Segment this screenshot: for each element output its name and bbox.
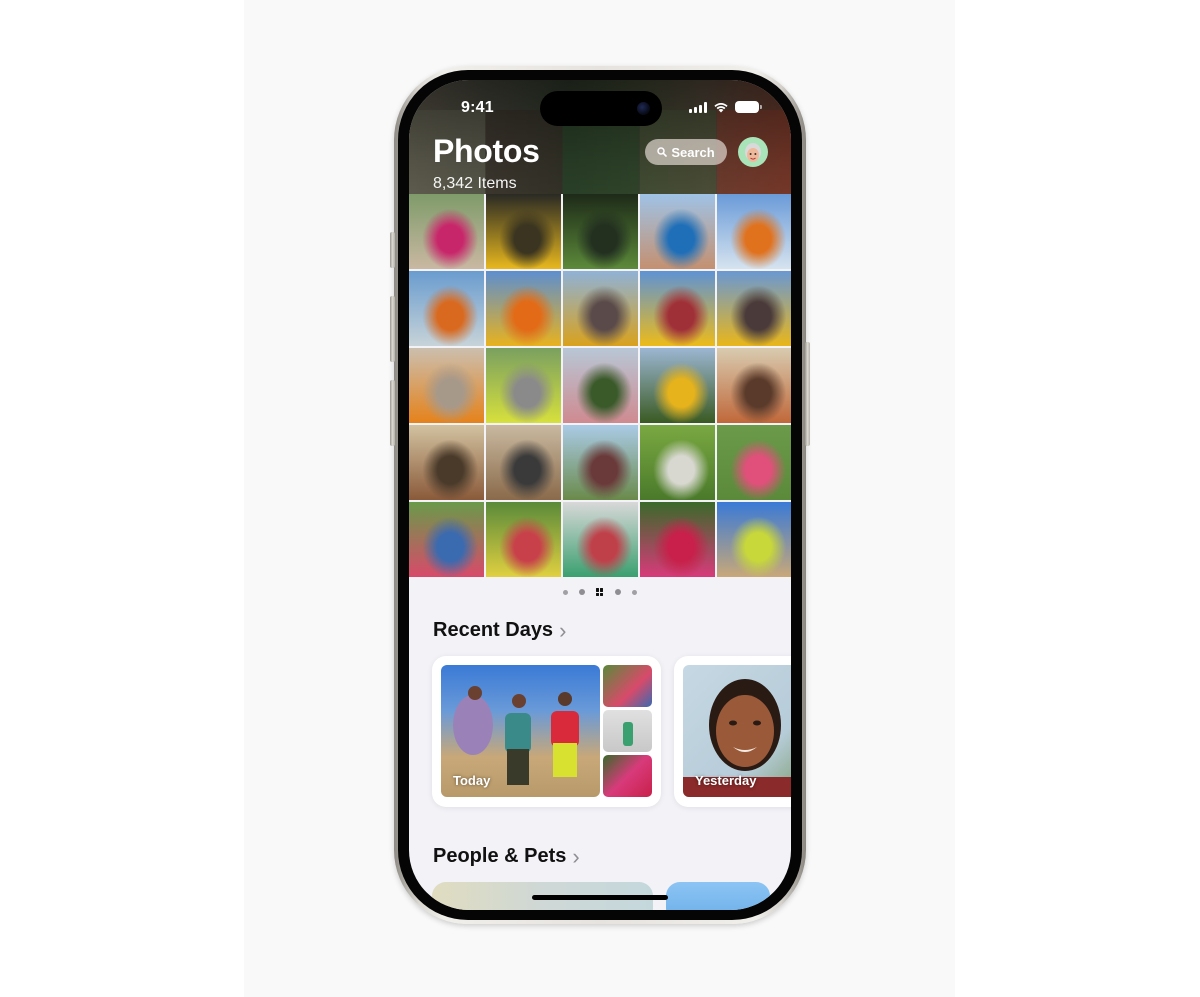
- day-card-main-photo: Yesterday: [683, 665, 791, 797]
- photo-thumbnail[interactable]: [409, 271, 484, 346]
- avatar[interactable]: [738, 137, 768, 167]
- photo-thumbnail[interactable]: [563, 348, 638, 423]
- home-indicator[interactable]: [532, 895, 668, 900]
- photo-thumbnail[interactable]: [563, 271, 638, 346]
- dynamic-island: [540, 91, 662, 126]
- search-button[interactable]: Search: [645, 139, 727, 165]
- front-camera-icon: [637, 102, 650, 115]
- photo-thumbnail[interactable]: [717, 194, 791, 269]
- photo-thumbnail[interactable]: [486, 425, 561, 500]
- day-card-yesterday[interactable]: Yesterday: [674, 656, 791, 807]
- photo-thumbnail[interactable]: [563, 425, 638, 500]
- status-icons: [689, 101, 762, 113]
- day-card-thumb: [603, 710, 652, 752]
- photo-thumbnail[interactable]: [717, 348, 791, 423]
- people-card[interactable]: [666, 882, 770, 910]
- photo-thumbnail[interactable]: [640, 502, 715, 577]
- photo-thumbnail[interactable]: [486, 502, 561, 577]
- day-card-thumb: [603, 755, 652, 797]
- page-dot[interactable]: [632, 589, 637, 595]
- photo-thumbnail[interactable]: [717, 425, 791, 500]
- wifi-icon: [714, 103, 728, 113]
- photo-thumbnail[interactable]: [409, 194, 484, 269]
- volume-down-button: [390, 380, 395, 446]
- battery-icon: [735, 101, 762, 113]
- photo-thumbnail[interactable]: [486, 194, 561, 269]
- cellular-signal-icon: [689, 101, 707, 113]
- photo-thumbnail[interactable]: [717, 502, 791, 577]
- photo-thumbnail[interactable]: [409, 502, 484, 577]
- day-label: Yesterday: [695, 773, 757, 788]
- people-pets-title: People & Pets: [433, 845, 567, 867]
- page-dot[interactable]: [615, 589, 621, 595]
- photo-thumbnail[interactable]: [640, 271, 715, 346]
- photo-thumbnail[interactable]: [486, 271, 561, 346]
- page-dot[interactable]: [579, 589, 585, 595]
- search-label: Search: [671, 144, 715, 160]
- photo-grid: [409, 194, 791, 577]
- day-card-main-photo: Today: [441, 665, 600, 797]
- photo-thumbnail[interactable]: [409, 425, 484, 500]
- chevron-right-icon: ›: [559, 617, 567, 643]
- recent-days-header[interactable]: Recent Days ›: [433, 619, 566, 642]
- volume-up-button: [390, 296, 395, 362]
- magnifying-glass-icon: [657, 147, 668, 157]
- page-dot[interactable]: [563, 589, 568, 595]
- people-pets-header[interactable]: People & Pets ›: [433, 845, 580, 868]
- page-title: Photos: [433, 133, 540, 169]
- memoji-avatar-icon: [745, 143, 761, 162]
- chevron-right-icon: ›: [572, 843, 580, 869]
- side-button: [805, 342, 810, 446]
- photo-thumbnail[interactable]: [409, 348, 484, 423]
- photo-thumbnail[interactable]: [717, 271, 791, 346]
- status-time: 9:41: [461, 99, 494, 116]
- photo-thumbnail[interactable]: [640, 348, 715, 423]
- item-count: 8,342 Items: [433, 175, 517, 192]
- action-button: [390, 232, 395, 268]
- photo-thumbnail[interactable]: [563, 502, 638, 577]
- photo-thumbnail[interactable]: [640, 194, 715, 269]
- phone-screen: 9:41 Photos 8,342 Items Search Recent Da…: [409, 80, 791, 910]
- day-card-thumb: [603, 665, 652, 707]
- day-card-today[interactable]: Today: [432, 656, 661, 807]
- photo-thumbnail[interactable]: [486, 348, 561, 423]
- photo-thumbnail[interactable]: [640, 425, 715, 500]
- recent-days-title: Recent Days: [433, 619, 554, 641]
- grid-icon[interactable]: [596, 588, 604, 596]
- page-indicator[interactable]: [409, 588, 791, 596]
- photo-thumbnail[interactable]: [563, 194, 638, 269]
- day-label: Today: [453, 773, 491, 788]
